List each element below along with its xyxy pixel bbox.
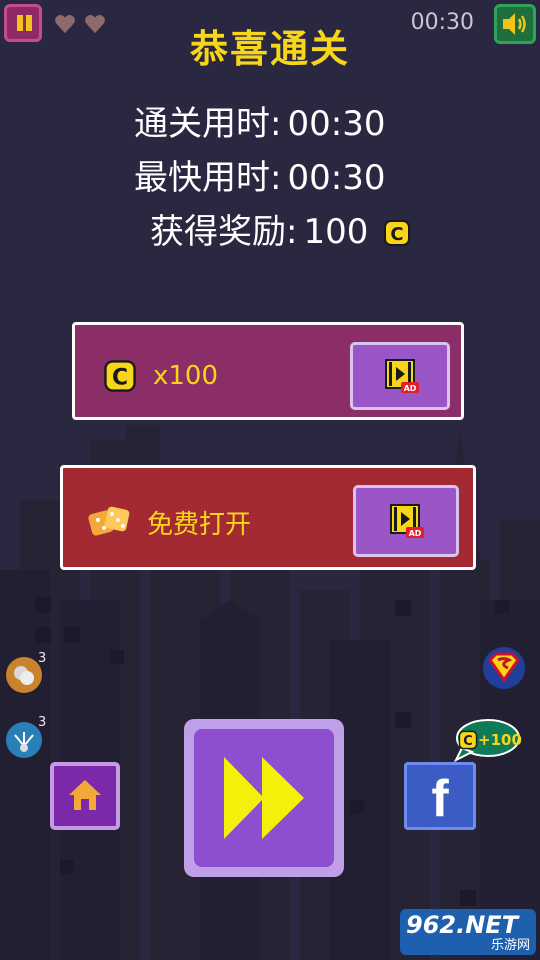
watermark-sub: 乐游网	[490, 938, 530, 953]
watch-ad-coins-button[interactable]: AD	[350, 342, 450, 410]
hint-powerup-button[interactable]	[6, 657, 42, 693]
svg-text:C: C	[463, 734, 472, 749]
arrow-count: 3	[38, 715, 47, 730]
arrows-icon	[14, 732, 34, 752]
coins-reward-panel: C x100 AD	[72, 322, 464, 420]
coins-stack-icon	[14, 666, 34, 685]
svg-text:C: C	[112, 366, 128, 391]
hint-count: 3	[38, 651, 47, 666]
watch-ad-open-button[interactable]: AD	[353, 485, 459, 557]
superman-icon[interactable]	[482, 646, 526, 690]
home-icon	[69, 780, 101, 810]
clear-time-row: 通关用时: 00:30	[134, 96, 385, 145]
reward-row: 获得奖励: 100 C	[150, 204, 411, 253]
best-time-label: 最快用时:	[134, 158, 282, 198]
fast-forward-icon	[224, 757, 304, 839]
coin-icon: C	[458, 730, 478, 750]
best-time-row: 最快用时: 00:30	[134, 150, 385, 199]
coin-icon: C	[384, 220, 411, 246]
home-button[interactable]	[50, 762, 120, 830]
site-watermark: 962.NET 乐游网	[400, 909, 536, 955]
next-level-button[interactable]	[184, 719, 344, 877]
ad-badge: AD	[409, 529, 422, 538]
clear-time-label: 通关用时:	[134, 104, 282, 144]
facebook-share-button[interactable]: f	[404, 762, 476, 830]
svg-text:C: C	[391, 224, 404, 245]
arrow-powerup-button[interactable]	[6, 722, 42, 758]
facebook-icon: f	[431, 770, 449, 828]
dice-icon	[88, 506, 130, 536]
reward-value: 100	[303, 212, 369, 252]
video-ad-icon: AD	[385, 359, 419, 393]
ad-badge: AD	[404, 384, 417, 393]
free-open-label: 免费打开	[147, 510, 252, 540]
reward-label: 获得奖励:	[150, 212, 298, 252]
level-complete-title: 恭喜通关	[189, 27, 350, 71]
coin-icon: C	[104, 360, 136, 392]
best-time-value: 00:30	[287, 158, 386, 198]
clear-time-value: 00:30	[287, 104, 386, 144]
free-open-panel: 免费打开 AD	[60, 465, 476, 570]
coins-amount-label: x100	[153, 361, 219, 391]
video-ad-icon: AD	[390, 504, 424, 538]
share-bonus-label: +100	[478, 731, 522, 749]
